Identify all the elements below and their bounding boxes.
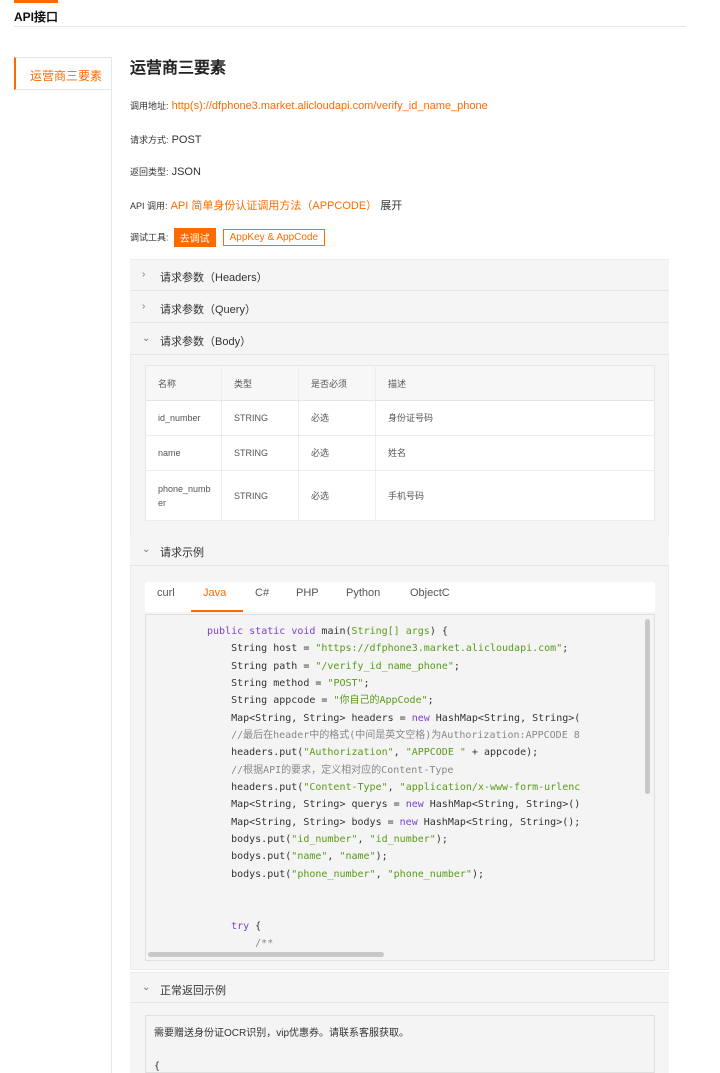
request-method-label: 请求方式:: [130, 135, 169, 145]
accordion-request-example[interactable]: ⌄ 请求示例: [130, 535, 669, 566]
response-note: 需要赠送身份证OCR识别，vip优惠券。请联系客服获取。: [154, 1028, 410, 1039]
request-url-label: 调用地址:: [130, 101, 169, 111]
tab-java[interactable]: Java: [203, 587, 226, 599]
param-description: 手机号码: [375, 470, 655, 521]
request-method-value: POST: [171, 134, 202, 146]
chevron-right-icon: ›: [142, 301, 146, 312]
vertical-scrollbar[interactable]: [645, 619, 650, 794]
accordion-headers[interactable]: › 请求参数（Headers）: [130, 260, 669, 291]
chevron-down-icon: ⌄: [142, 544, 151, 555]
column-header: 类型: [221, 365, 299, 401]
response-sample[interactable]: 需要赠送身份证OCR识别，vip优惠券。请联系客服获取。 {: [145, 1015, 655, 1073]
top-bar: API接口: [0, 0, 720, 27]
api-call-link[interactable]: API 简单身份认证调用方法（APPCODE）: [171, 200, 378, 212]
sidebar-item-label: 运营商三要素: [30, 69, 103, 83]
tab-objectc[interactable]: ObjectC: [410, 587, 450, 599]
code-line: headers.put("Authorization", "APPCODE " …: [207, 747, 539, 759]
param-name: name: [145, 435, 222, 471]
appkey-appcode-button[interactable]: AppKey & AppCode: [222, 229, 326, 246]
code-line: Map<String, String> bodys = new HashMap<…: [207, 816, 581, 828]
param-name: id_number: [145, 400, 222, 436]
debug-tool-row: 调试工具: 去调试 AppKey & AppCode: [130, 228, 326, 247]
return-type-label: 返回类型:: [130, 167, 169, 177]
active-tab-underline: [191, 610, 243, 612]
table-header-row: 名称 类型 是否必须 描述: [145, 365, 655, 401]
request-url-link[interactable]: http(s)://dfphone3.market.alicloudapi.co…: [172, 100, 488, 112]
code-line: String path = "/verify_id_name_phone";: [207, 660, 460, 672]
table-row: phone_number STRING 必选 手机号码: [145, 470, 655, 521]
column-header: 名称: [145, 365, 222, 401]
horizontal-scrollbar[interactable]: [148, 952, 384, 957]
divider: [14, 26, 686, 27]
page-title: 运营商三要素: [130, 60, 227, 77]
code-sample[interactable]: public static void main(String[] args) {…: [145, 614, 655, 961]
param-required: 必选: [298, 400, 376, 436]
code-line: try {: [231, 920, 262, 932]
accordion-body[interactable]: ⌄ 请求参数（Body）: [130, 324, 669, 355]
api-call-label: API 调用:: [130, 201, 168, 211]
try-debug-button[interactable]: 去调试: [173, 228, 216, 247]
chevron-right-icon: ›: [142, 269, 146, 280]
tab-csharp[interactable]: C#: [255, 587, 269, 599]
accordion-body-label: 请求参数（Body）: [160, 336, 252, 348]
code-line: /**: [207, 938, 274, 950]
accordion-request-example-label: 请求示例: [160, 547, 204, 559]
accordion-response-example[interactable]: ⌄ 正常返回示例: [130, 972, 669, 1003]
code-line: //最后在header中的格式(中间是英文空格)为Authorization:A…: [207, 730, 580, 742]
code-line: bodys.put("id_number", "id_number");: [207, 834, 448, 846]
accordion-query[interactable]: › 请求参数（Query）: [130, 292, 669, 323]
param-type: STRING: [221, 400, 299, 436]
code-line: bodys.put("name", "name");: [207, 851, 388, 863]
accordion-headers-label: 请求参数（Headers）: [160, 272, 268, 284]
table-row: name STRING 必选 姓名: [145, 435, 655, 471]
request-url-row: 调用地址: http(s)://dfphone3.market.alicloud…: [130, 99, 488, 112]
expand-link[interactable]: 展开: [380, 200, 402, 212]
response-brace: {: [154, 1061, 161, 1072]
language-tabs: curl Java C# PHP Python ObjectC: [145, 582, 655, 612]
api-call-row: API 调用: API 简单身份认证调用方法（APPCODE） 展开: [130, 197, 402, 213]
param-name: phone_number: [145, 470, 222, 521]
code-text: public static void main(String[] args) {…: [207, 623, 580, 953]
tab-python[interactable]: Python: [346, 587, 380, 599]
chevron-down-icon: ⌄: [142, 333, 151, 344]
sidebar-divider: [111, 88, 112, 1073]
param-description: 姓名: [375, 435, 655, 471]
column-header: 是否必须: [298, 365, 376, 401]
section-title: API接口: [14, 10, 59, 24]
code-line: Map<String, String> headers = new HashMa…: [207, 712, 581, 724]
code-line: bodys.put("phone_number", "phone_number"…: [207, 868, 484, 880]
code-line: //根据API的要求，定义相对应的Content-Type: [207, 764, 454, 776]
active-indicator: [14, 0, 58, 3]
code-line: headers.put("Content-Type", "application…: [207, 782, 581, 794]
param-description: 身份证号码: [375, 400, 655, 436]
param-required: 必选: [298, 470, 376, 521]
debug-tool-label: 调试工具:: [130, 232, 169, 243]
param-type: STRING: [221, 435, 299, 471]
return-type-row: 返回类型: JSON: [130, 165, 201, 178]
table-row: id_number STRING 必选 身份证号码: [145, 400, 655, 436]
tab-php[interactable]: PHP: [296, 587, 319, 599]
code-line: String host = "https://dfphone3.market.a…: [207, 643, 569, 655]
request-method-row: 请求方式: POST: [130, 133, 202, 146]
sidebar-item-operator-three-factors[interactable]: 运营商三要素: [14, 57, 112, 90]
code-line: String method = "POST";: [207, 678, 370, 690]
return-type-value: JSON: [171, 166, 201, 178]
accordion-response-example-label: 正常返回示例: [160, 985, 226, 997]
body-params-table: 名称 类型 是否必须 描述 id_number STRING 必选 身份证号码 …: [145, 365, 655, 521]
tab-curl[interactable]: curl: [157, 587, 175, 599]
chevron-down-icon: ⌄: [142, 982, 151, 993]
param-required: 必选: [298, 435, 376, 471]
column-header: 描述: [375, 365, 655, 401]
code-line: String appcode = "你自己的AppCode";: [207, 695, 434, 707]
param-type: STRING: [221, 470, 299, 521]
code-line: Map<String, String> querys = new HashMap…: [207, 799, 581, 811]
code-line: public static void main(String[] args) {: [207, 626, 448, 637]
accordion-query-label: 请求参数（Query）: [160, 304, 256, 316]
